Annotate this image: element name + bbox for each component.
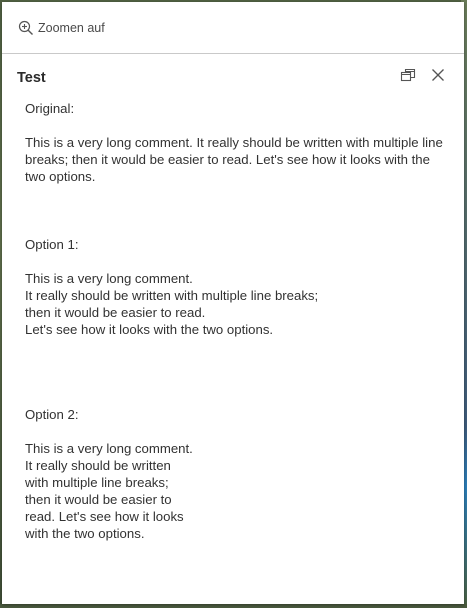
option1-heading: Option 1: <box>25 237 79 252</box>
zoom-to-label: Zoomen auf <box>38 20 105 35</box>
popup-header: Test <box>2 54 464 100</box>
popup-action-bar: Zoomen auf <box>2 2 464 54</box>
option2-heading: Option 2: <box>25 407 79 422</box>
close-icon <box>430 67 446 88</box>
zoom-in-icon <box>18 20 34 36</box>
original-heading: Original: <box>25 101 75 116</box>
option2-text: This is a very long comment. It really s… <box>25 441 193 541</box>
popup-content: Original: This is a very long comment. I… <box>2 100 464 542</box>
popup-title: Test <box>17 70 46 86</box>
option1-text: This is a very long comment. It really s… <box>25 271 319 337</box>
original-text: This is a very long comment. It really s… <box>25 135 443 184</box>
map-edge-bottom <box>0 604 467 608</box>
dock-button[interactable] <box>396 65 420 89</box>
dock-icon <box>400 67 416 88</box>
close-button[interactable] <box>426 65 450 89</box>
zoom-to-button[interactable]: Zoomen auf <box>18 20 105 36</box>
popup-panel: Zoomen auf Test Original: This is a very… <box>2 2 464 604</box>
